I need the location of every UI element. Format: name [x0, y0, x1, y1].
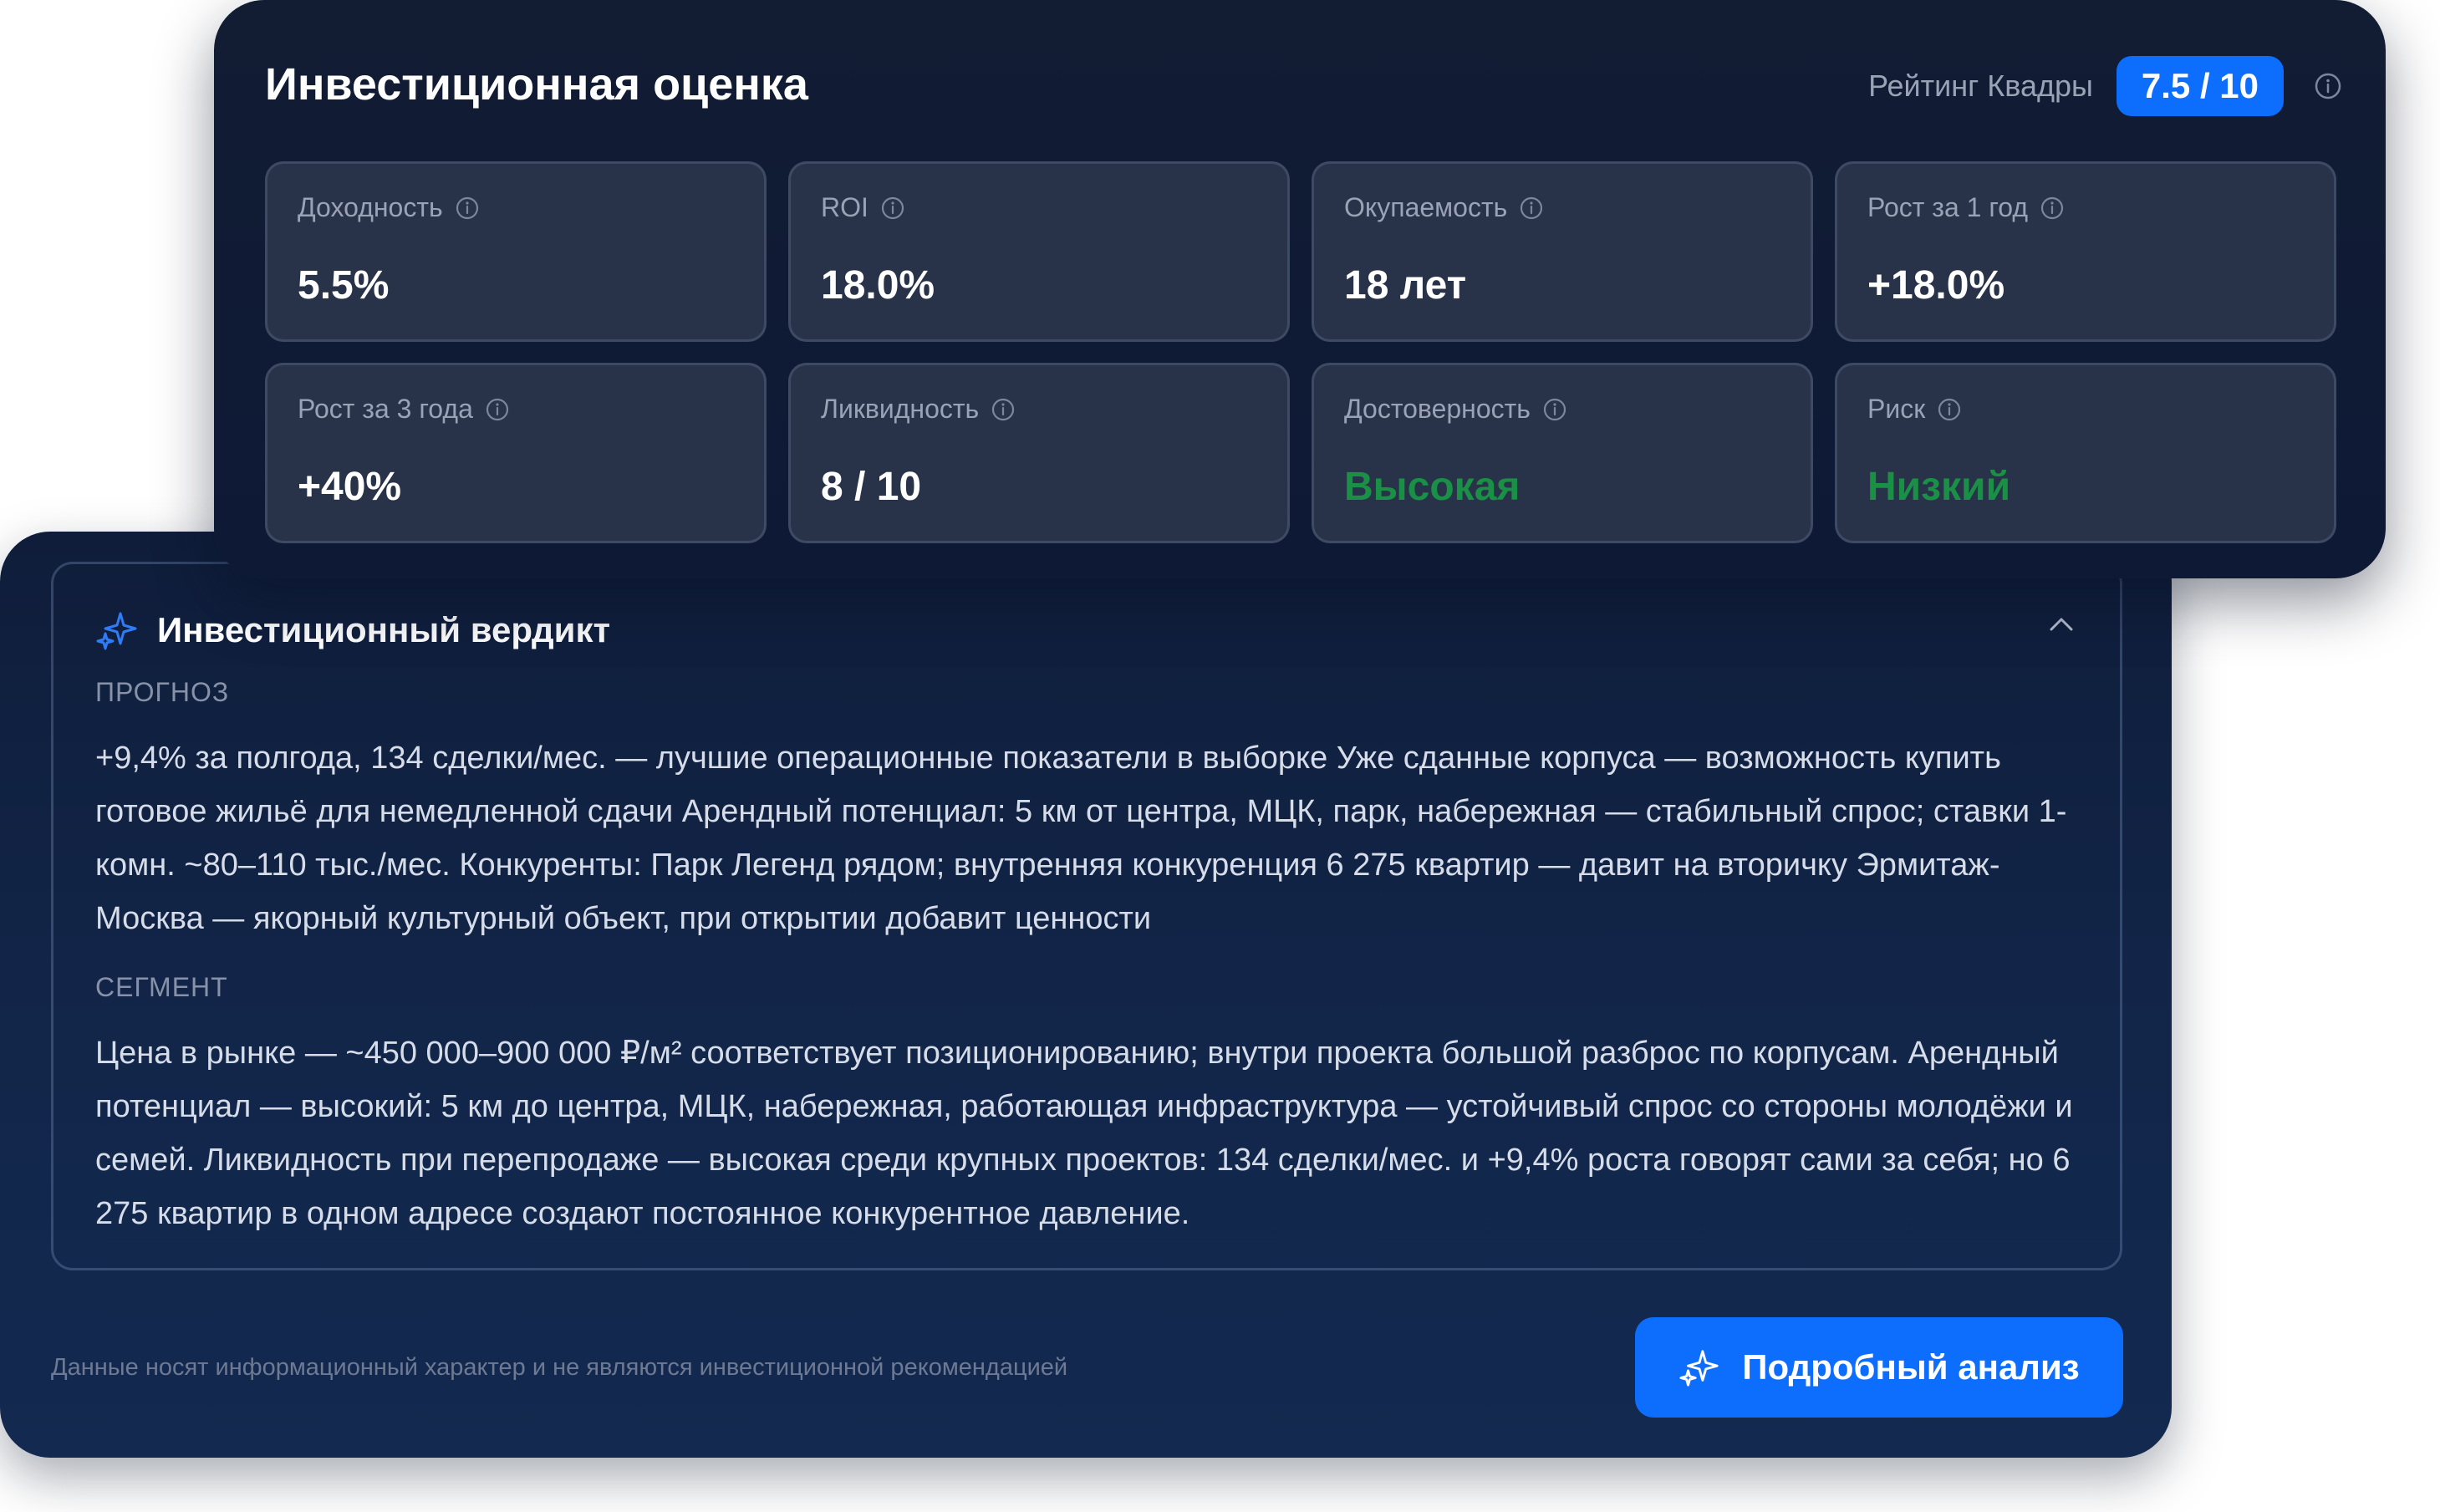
metric-label: Рост за 1 год — [1867, 192, 2065, 223]
metric-label-text: Рост за 3 года — [298, 394, 473, 424]
info-icon[interactable] — [1519, 196, 1544, 221]
metric-value: 18 лет — [1344, 263, 1467, 308]
metric-label: Риск — [1867, 394, 1962, 425]
metric-value: Высокая — [1344, 465, 1521, 509]
score-title: Инвестиционная оценка — [265, 59, 808, 109]
metric-growth-1y: Рост за 1 год +18.0% — [1835, 161, 2336, 342]
verdict-card: Инвестиционный вердикт ПРОГНОЗ +9,4% за … — [0, 532, 2172, 1458]
rating-label: Рейтинг Квадры — [1868, 69, 2093, 103]
rating-badge: 7.5 / 10 — [2116, 56, 2284, 116]
metric-growth-3y: Рост за 3 года +40% — [265, 363, 767, 543]
forecast-text: +9,4% за полгода, 134 сделки/мес. — лучш… — [95, 741, 2067, 936]
info-icon[interactable] — [1937, 397, 1962, 422]
verdict-panel: Инвестиционный вердикт ПРОГНОЗ +9,4% за … — [51, 562, 2122, 1270]
metric-label: Окупаемость — [1344, 192, 1544, 223]
forecast-label: ПРОГНОЗ — [95, 677, 230, 707]
metrics-grid: Доходность 5.5% ROI 18.0% Окупаемость 18… — [265, 161, 2336, 543]
sparkle-icon — [1679, 1350, 1719, 1387]
investment-score-card: Инвестиционная оценка Рейтинг Квадры 7.5… — [214, 0, 2386, 578]
metric-value: Низкий — [1867, 465, 2011, 509]
verdict-title: Инвестиционный вердикт — [157, 610, 611, 649]
chevron-up-icon[interactable] — [2045, 608, 2078, 641]
metric-risk: Риск Низкий — [1835, 363, 2336, 543]
metric-yield: Доходность 5.5% — [265, 161, 767, 342]
sparkle-icon — [96, 612, 137, 650]
metric-label: Достоверность — [1344, 394, 1567, 425]
metric-value: +18.0% — [1867, 263, 2005, 308]
info-icon[interactable] — [1542, 397, 1567, 422]
metric-value: 5.5% — [298, 263, 390, 308]
detailed-analysis-button-label: Подробный анализ — [1742, 1347, 2080, 1387]
info-icon[interactable] — [991, 397, 1016, 422]
metric-label-text: Доходность — [298, 192, 443, 222]
metric-label-text: Ликвидность — [821, 394, 980, 424]
metric-value: 18.0% — [821, 263, 935, 308]
segment-text: Цена в рынке — ~450 000–900 000 ₽/м² соо… — [95, 1036, 2073, 1231]
segment-label: СЕГМЕНТ — [95, 972, 228, 1002]
info-icon[interactable] — [2314, 72, 2342, 100]
metric-label: Рост за 3 года — [298, 394, 510, 425]
metric-label: Доходность — [298, 192, 480, 223]
metric-label: ROI — [821, 192, 905, 223]
metric-payback: Окупаемость 18 лет — [1312, 161, 1813, 342]
disclaimer-text: Данные носят информационный характер и н… — [51, 1354, 1068, 1381]
metric-label-text: ROI — [821, 192, 869, 222]
verdict-header: Инвестиционный вердикт — [95, 601, 610, 659]
metric-label-text: Окупаемость — [1344, 192, 1508, 222]
metric-value: 8 / 10 — [821, 465, 922, 509]
metric-liquidity: Ликвидность 8 / 10 — [788, 363, 1290, 543]
metric-label-text: Достоверность — [1344, 394, 1531, 424]
info-icon[interactable] — [880, 196, 905, 221]
info-icon[interactable] — [2040, 196, 2065, 221]
metric-label-text: Рост за 1 год — [1867, 192, 2029, 222]
info-icon[interactable] — [485, 397, 510, 422]
detailed-analysis-button[interactable]: Подробный анализ — [1635, 1317, 2123, 1418]
metric-label-text: Риск — [1867, 394, 1926, 424]
info-icon[interactable] — [455, 196, 480, 221]
metric-roi: ROI 18.0% — [788, 161, 1290, 342]
metric-label: Ликвидность — [821, 394, 1016, 425]
metric-value: +40% — [298, 465, 402, 509]
metric-reliability: Достоверность Высокая — [1312, 363, 1813, 543]
rating: Рейтинг Квадры 7.5 / 10 — [1868, 55, 2342, 117]
